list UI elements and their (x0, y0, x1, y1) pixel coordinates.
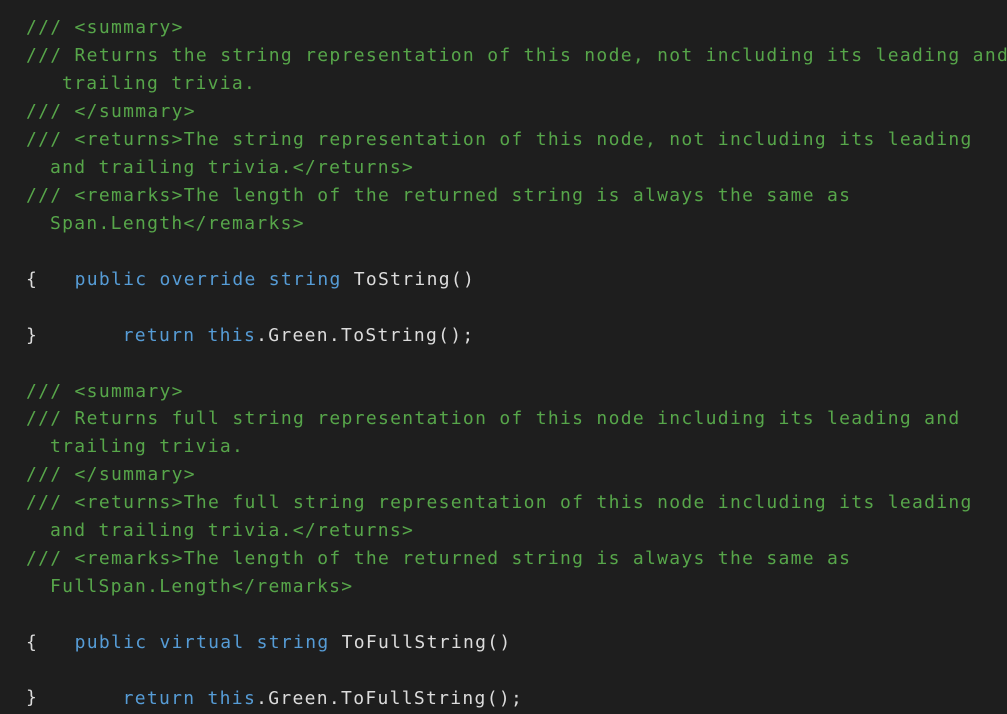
doc-comment-returns-line: /// <returns>The string representation o… (26, 129, 973, 150)
doc-comment-remarks-line: Span.Length</remarks> (50, 213, 305, 234)
code-editor[interactable]: /// <summary> /// Returns the string rep… (0, 0, 1007, 714)
brace-open: { (26, 632, 39, 653)
keyword-override: override (159, 269, 257, 290)
doc-comment-summary-close: /// </summary> (26, 101, 196, 122)
method-signature-tofullstring: public virtual string ToFullString() (26, 601, 512, 653)
doc-comment-summary-line: trailing trivia. (62, 73, 257, 94)
doc-comment-summary-open: /// <summary> (26, 381, 184, 402)
method-name: ToFullString() (341, 632, 512, 653)
method-body-line: return this.Green.ToString(); (74, 294, 475, 346)
doc-comment-summary-open: /// <summary> (26, 17, 184, 38)
member-access: .Green.ToFullString(); (256, 688, 524, 709)
keyword-this: this (207, 688, 257, 709)
doc-comment-remarks-line: FullSpan.Length</remarks> (50, 576, 354, 597)
doc-comment-returns-line: /// <returns>The full string representat… (26, 492, 973, 513)
keyword-string: string (256, 632, 330, 653)
keyword-return: return (122, 688, 196, 709)
keyword-this: this (207, 325, 257, 346)
method-signature-tostring: public override string ToString() (26, 238, 475, 290)
doc-comment-summary-line: /// Returns the string representation of… (26, 45, 1007, 66)
keyword-public: public (74, 269, 148, 290)
member-access: .Green.ToString(); (256, 325, 475, 346)
brace-close: } (26, 687, 39, 708)
keyword-public: public (74, 632, 148, 653)
brace-close: } (26, 325, 39, 346)
doc-comment-summary-line: trailing trivia. (50, 436, 245, 457)
doc-comment-remarks-line: /// <remarks>The length of the returned … (26, 185, 852, 206)
keyword-virtual: virtual (159, 632, 245, 653)
doc-comment-summary-line: /// Returns full string representation o… (26, 408, 961, 429)
doc-comment-remarks-line: /// <remarks>The length of the returned … (26, 548, 852, 569)
brace-open: { (26, 269, 39, 290)
doc-comment-summary-close: /// </summary> (26, 464, 196, 485)
method-body-line: return this.Green.ToFullString(); (74, 657, 523, 709)
keyword-string: string (268, 269, 342, 290)
keyword-return: return (122, 325, 196, 346)
doc-comment-returns-line: and trailing trivia.</returns> (50, 520, 415, 541)
doc-comment-returns-line: and trailing trivia.</returns> (50, 157, 415, 178)
method-name: ToString() (353, 269, 476, 290)
